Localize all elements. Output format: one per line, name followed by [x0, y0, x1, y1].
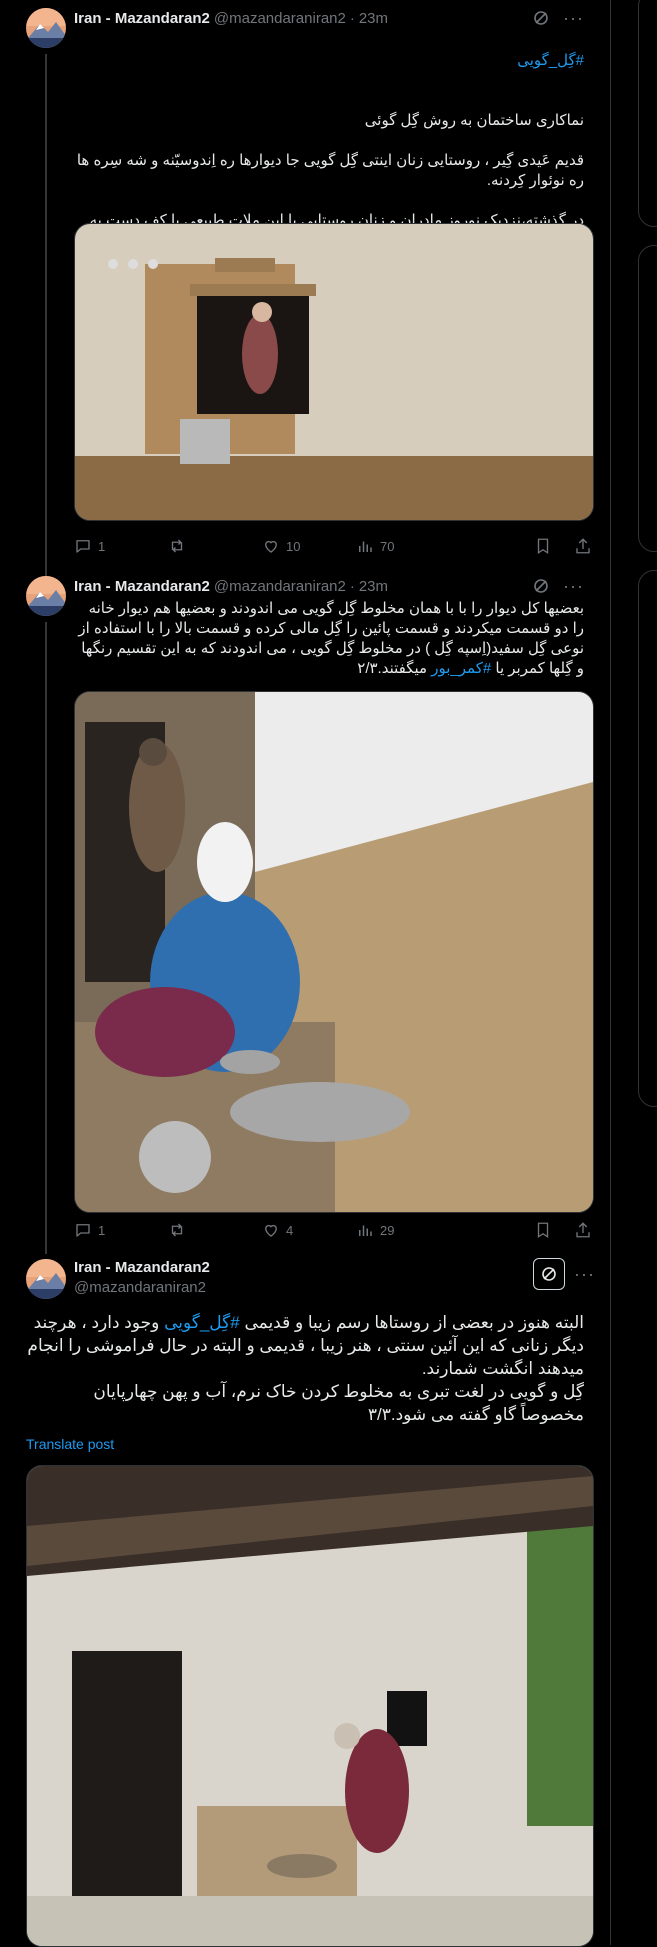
separator: ·	[349, 577, 355, 595]
hashtag-link[interactable]: #گِل_گویی	[74, 51, 584, 71]
reply-button[interactable]: 1	[74, 537, 168, 555]
sidebar-card	[638, 0, 657, 227]
tweet-text: بعضیها کل دیوار را با با همان مخلوط گِل …	[78, 600, 584, 677]
timestamp[interactable]: 23m	[359, 10, 388, 27]
bookmark-icon	[537, 1222, 549, 1239]
reply-button[interactable]: 1	[74, 1221, 168, 1239]
timestamp[interactable]: 23m	[359, 578, 388, 595]
repost-button[interactable]	[168, 1221, 262, 1239]
author-name[interactable]: Iran - Mazandaran2	[74, 1259, 210, 1276]
grok-icon[interactable]	[531, 8, 551, 28]
share-button[interactable]	[574, 1221, 592, 1239]
views-icon	[359, 1225, 372, 1236]
avatar[interactable]	[26, 8, 66, 48]
share-icon	[576, 1222, 590, 1238]
grok-icon[interactable]	[531, 576, 551, 596]
views-count: 70	[380, 538, 395, 554]
hashtag-link[interactable]: #گِل_گویی	[164, 1313, 240, 1332]
tweet-photo[interactable]	[74, 691, 594, 1213]
share-button[interactable]	[574, 537, 592, 555]
views-button[interactable]: 29	[356, 1221, 456, 1239]
author-handle[interactable]: @mazandaraniran2	[214, 578, 346, 595]
avatar[interactable]	[26, 1259, 66, 1299]
like-button[interactable]: 4	[262, 1221, 356, 1239]
repost-icon	[171, 539, 183, 553]
sidebar-card	[638, 570, 657, 1107]
views-button[interactable]: 70	[356, 537, 456, 555]
author-handle[interactable]: @mazandaraniran2	[214, 10, 346, 27]
tweet-photo[interactable]	[74, 223, 594, 521]
more-icon[interactable]: ···	[574, 1265, 595, 1283]
tweet-photo[interactable]	[26, 1465, 594, 1947]
like-icon	[265, 1224, 277, 1237]
share-icon	[576, 538, 590, 554]
like-count: 4	[286, 1222, 294, 1238]
bookmark-icon	[537, 538, 549, 555]
tweet[interactable]: Iran - Mazandaran2 @mazandaraniran2 · 23…	[0, 570, 610, 1255]
reply-count: 1	[98, 538, 106, 554]
thread-line	[45, 54, 47, 576]
repost-button[interactable]	[168, 537, 262, 555]
views-icon	[359, 541, 372, 552]
translate-post-link[interactable]: Translate post	[26, 1436, 114, 1452]
more-icon[interactable]: ···	[563, 577, 584, 595]
thread-line	[45, 622, 47, 1254]
bookmark-button[interactable]	[534, 537, 552, 555]
author-name[interactable]: Iran - Mazandaran2	[74, 10, 210, 27]
author-handle[interactable]: @mazandaraniran2	[74, 1279, 206, 1296]
sidebar-card	[638, 245, 657, 552]
separator: ·	[349, 9, 355, 27]
reply-count: 1	[98, 1222, 106, 1238]
tweet[interactable]: Iran - Mazandaran2 @mazandaraniran2 · 23…	[0, 0, 610, 576]
avatar[interactable]	[26, 576, 66, 616]
like-count: 10	[286, 538, 301, 554]
like-icon	[265, 540, 277, 553]
like-button[interactable]: 10	[262, 537, 356, 555]
reply-icon	[76, 1224, 90, 1237]
bookmark-button[interactable]	[534, 1221, 552, 1239]
tweet-focused[interactable]: Iran - Mazandaran2 @mazandaraniran2 ··· …	[0, 1255, 610, 1947]
views-count: 29	[380, 1222, 395, 1238]
author-name[interactable]: Iran - Mazandaran2	[74, 578, 210, 595]
grok-icon[interactable]	[533, 1258, 565, 1290]
reply-icon	[76, 540, 90, 553]
hashtag-link[interactable]: #کمر_بور	[431, 660, 491, 677]
repost-icon	[171, 1223, 183, 1237]
tweet-text: البته هنوز در بعضی از روستاها رسم زیبا و…	[27, 1313, 584, 1424]
more-icon[interactable]: ···	[563, 9, 584, 27]
